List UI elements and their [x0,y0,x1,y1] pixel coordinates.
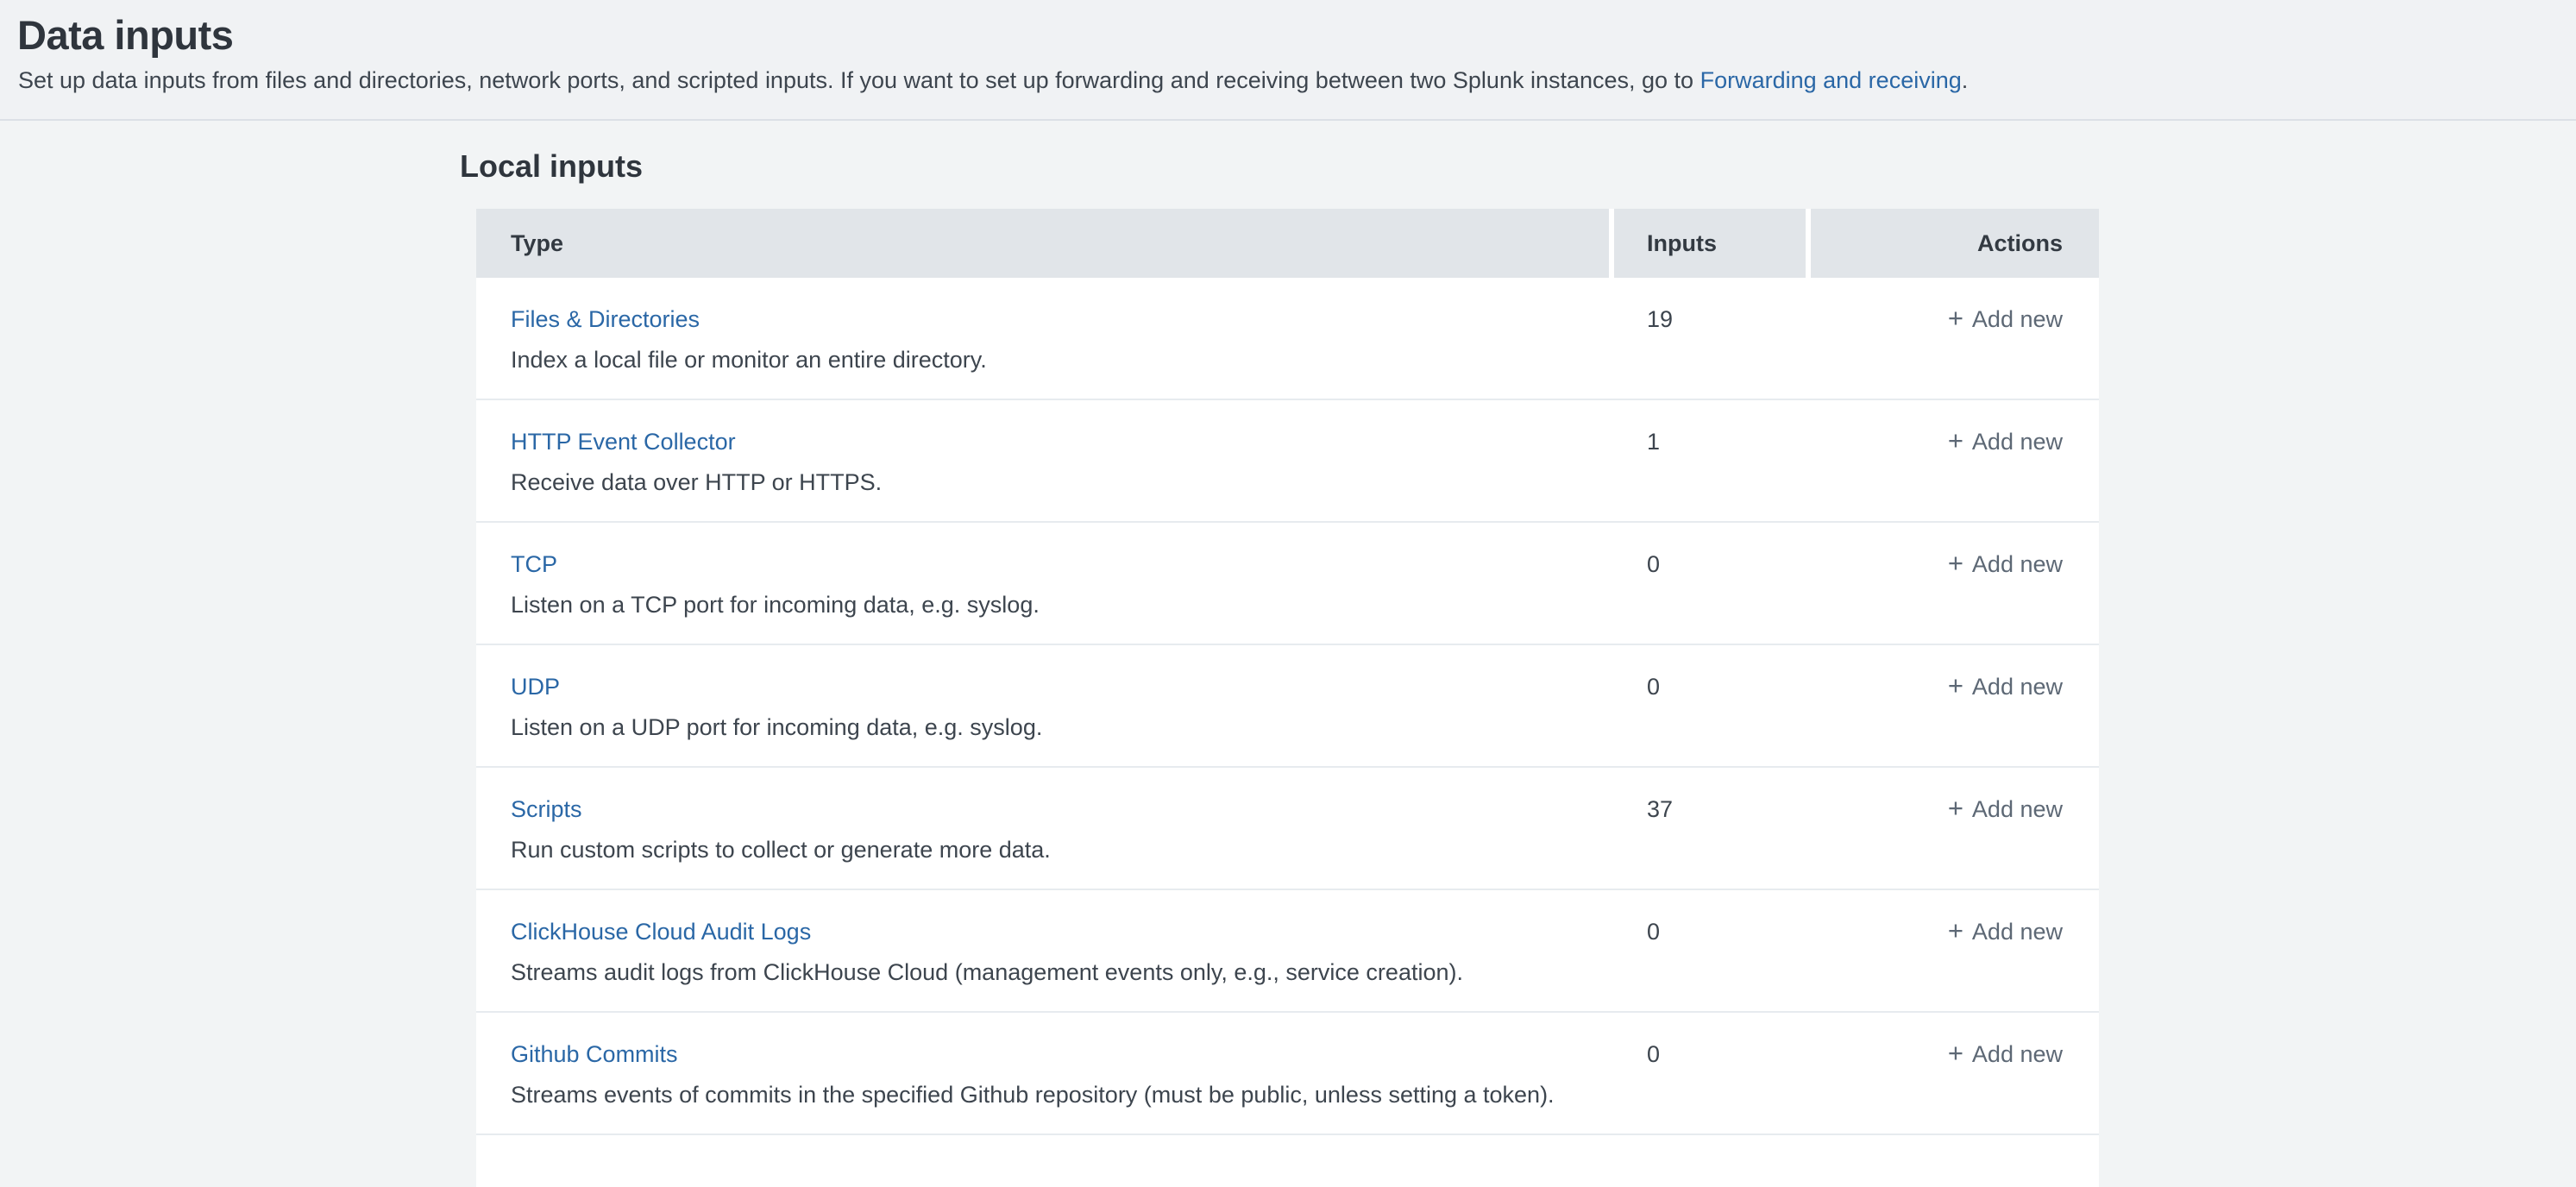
plus-icon: + [1948,674,1963,698]
type-cell: Files & Directories Index a local file o… [476,278,1614,399]
partial-next-row [476,1135,2099,1187]
type-cell: UDP Listen on a UDP port for incoming da… [476,645,1614,766]
input-type-description: Streams events of commits in the specifi… [511,1080,1614,1109]
input-type-description: Run custom scripts to collect or generat… [511,835,1614,864]
inputs-count: 0 [1647,551,1660,577]
inputs-count: 0 [1647,1041,1660,1067]
add-new-label: Add new [1972,427,2063,456]
table-header-row: Type Inputs Actions [476,209,2099,278]
inputs-cell: 1 [1614,400,1811,521]
inputs-count: 0 [1647,919,1660,945]
type-cell: TCP Listen on a TCP port for incoming da… [476,523,1614,644]
table-row: ClickHouse Cloud Audit Logs Streams audi… [476,890,2099,1013]
local-inputs-table: Type Inputs Actions Files & Directories … [476,209,2099,1187]
input-type-link[interactable]: Scripts [511,794,582,824]
inputs-count: 0 [1647,674,1660,700]
add-new-button[interactable]: + Add new [1948,672,2063,701]
inputs-count: 1 [1647,429,1660,455]
table-row: Scripts Run custom scripts to collect or… [476,768,2099,890]
add-new-button[interactable]: + Add new [1948,1039,2063,1069]
add-new-button[interactable]: + Add new [1948,427,2063,456]
actions-cell: + Add new [1811,278,2099,399]
page-header: Data inputs Set up data inputs from file… [0,0,2576,121]
plus-icon: + [1948,306,1963,330]
actions-cell: + Add new [1811,1013,2099,1134]
table-row: UDP Listen on a UDP port for incoming da… [476,645,2099,768]
inputs-count: 37 [1647,796,1673,822]
actions-cell: + Add new [1811,768,2099,889]
actions-cell: + Add new [1811,645,2099,766]
table-body: Files & Directories Index a local file o… [476,278,2099,1135]
input-type-description: Receive data over HTTP or HTTPS. [511,468,1614,497]
input-type-link[interactable]: Files & Directories [511,305,700,334]
input-type-link[interactable]: UDP [511,672,560,701]
main-content: Local inputs Type Inputs Actions Files &… [0,121,2576,1187]
type-cell: Scripts Run custom scripts to collect or… [476,768,1614,889]
type-cell: ClickHouse Cloud Audit Logs Streams audi… [476,890,1614,1011]
table-row: Github Commits Streams events of commits… [476,1013,2099,1135]
add-new-label: Add new [1972,794,2063,824]
input-type-link[interactable]: Github Commits [511,1039,678,1069]
inputs-cell: 37 [1614,768,1811,889]
add-new-label: Add new [1972,1039,2063,1069]
add-new-button[interactable]: + Add new [1948,917,2063,946]
actions-cell: + Add new [1811,890,2099,1011]
add-new-button[interactable]: + Add new [1948,794,2063,824]
input-type-description: Streams audit logs from ClickHouse Cloud… [511,958,1614,987]
actions-cell: + Add new [1811,523,2099,644]
page-subtitle-period: . [1962,67,1969,93]
add-new-label: Add new [1972,672,2063,701]
plus-icon: + [1948,429,1963,453]
inputs-cell: 0 [1614,890,1811,1011]
type-cell: Github Commits Streams events of commits… [476,1013,1614,1134]
add-new-label: Add new [1972,917,2063,946]
add-new-button[interactable]: + Add new [1948,305,2063,334]
input-type-description: Listen on a UDP port for incoming data, … [511,713,1614,742]
actions-cell: + Add new [1811,400,2099,521]
plus-icon: + [1948,1041,1963,1065]
table-row: Files & Directories Index a local file o… [476,278,2099,400]
section-title-local-inputs: Local inputs [460,148,2576,185]
input-type-link[interactable]: TCP [511,550,557,579]
column-header-inputs: Inputs [1614,209,1806,278]
add-new-button[interactable]: + Add new [1948,550,2063,579]
add-new-label: Add new [1972,305,2063,334]
type-cell: HTTP Event Collector Receive data over H… [476,400,1614,521]
input-type-description: Index a local file or monitor an entire … [511,345,1614,374]
page-title: Data inputs [17,10,2541,60]
input-type-link[interactable]: HTTP Event Collector [511,427,736,456]
inputs-count: 19 [1647,306,1673,332]
input-type-link[interactable]: ClickHouse Cloud Audit Logs [511,917,811,946]
inputs-cell: 0 [1614,523,1811,644]
table-row: TCP Listen on a TCP port for incoming da… [476,523,2099,645]
table-row: HTTP Event Collector Receive data over H… [476,400,2099,523]
column-header-type: Type [476,209,1609,278]
page-subtitle-text: Set up data inputs from files and direct… [18,67,1700,93]
plus-icon: + [1948,919,1963,943]
input-type-description: Listen on a TCP port for incoming data, … [511,590,1614,619]
column-header-actions: Actions [1811,209,2099,278]
inputs-cell: 0 [1614,645,1811,766]
add-new-label: Add new [1972,550,2063,579]
plus-icon: + [1948,551,1963,575]
inputs-cell: 0 [1614,1013,1811,1134]
page-subtitle: Set up data inputs from files and direct… [18,65,2541,96]
forwarding-and-receiving-link[interactable]: Forwarding and receiving [1700,67,1962,93]
plus-icon: + [1948,796,1963,820]
inputs-cell: 19 [1614,278,1811,399]
